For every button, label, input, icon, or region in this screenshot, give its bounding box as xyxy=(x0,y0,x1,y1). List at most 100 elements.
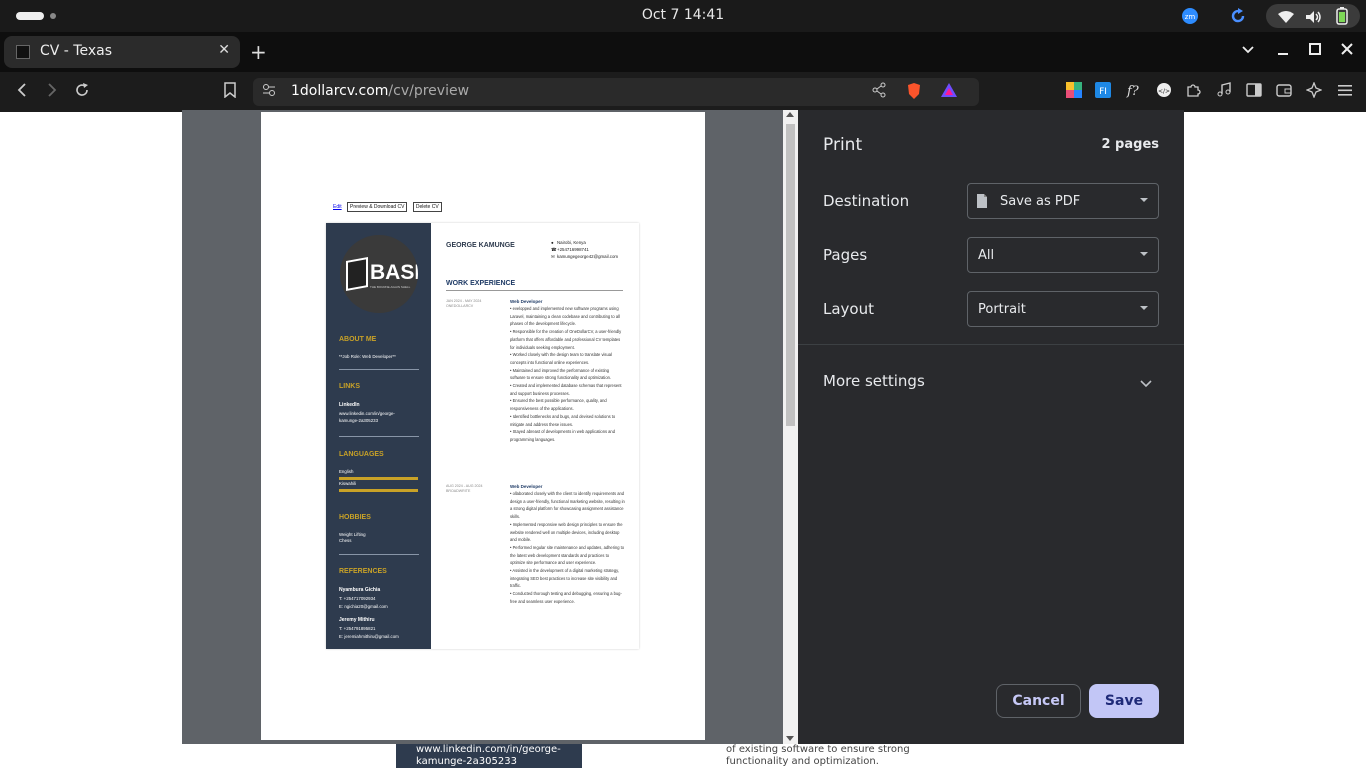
minimize-icon[interactable] xyxy=(1276,42,1290,60)
svg-text:</>: </> xyxy=(1158,88,1170,95)
ref1-phone: T: +254717092934 xyxy=(339,596,376,601)
extension-colorful-icon[interactable] xyxy=(1066,82,1082,102)
job-bullet: • Implemented responsive web design prin… xyxy=(510,521,623,543)
print-dialog: Edit Preview & Download CV Delete CV BAS… xyxy=(182,110,1184,744)
svg-text:zm: zm xyxy=(1185,13,1196,21)
job-bullet: • Worked closely with the design team to… xyxy=(510,352,612,365)
forward-icon[interactable] xyxy=(44,82,60,102)
leo-ai-icon[interactable] xyxy=(1305,81,1323,102)
divider xyxy=(339,436,419,437)
languages-heading: LANGUAGES xyxy=(339,451,384,458)
pages-select[interactable]: All xyxy=(967,237,1159,273)
page-count: 2 pages xyxy=(1101,137,1159,152)
destination-select[interactable]: Save as PDF xyxy=(967,183,1159,219)
pages-value: All xyxy=(978,248,995,263)
job-bullet: • Stayed abreast of developments in web … xyxy=(510,429,615,442)
work-experience-heading: WORK EXPERIENCE xyxy=(446,280,516,287)
new-tab-button[interactable]: + xyxy=(250,40,267,64)
brave-shields-icon[interactable] xyxy=(906,82,922,104)
cv-sidebar: BASI THE BOURNE-AGAIN SHELL ABOUT ME **J… xyxy=(326,223,431,649)
chevron-down-icon xyxy=(1140,374,1152,393)
browser-tab-bar: CV - Texas ✕ xyxy=(0,32,1366,72)
maximize-icon[interactable] xyxy=(1308,42,1322,60)
ref1-email: E: ngichia20@gmail.com xyxy=(339,604,388,609)
cv-edit-link[interactable]: Edit xyxy=(333,204,342,210)
system-menu[interactable] xyxy=(1266,4,1360,28)
extensions-puzzle-icon[interactable] xyxy=(1185,82,1201,102)
ref2-phone: T: +254791895821 xyxy=(339,626,376,631)
email-text: kamungegeorge42@gmail.com xyxy=(557,254,619,259)
close-window-icon[interactable] xyxy=(1340,42,1354,60)
extension-circle-icon[interactable]: </> xyxy=(1156,82,1172,102)
tab-favicon-icon xyxy=(16,45,30,59)
job-bullet: • Created and implemented database schem… xyxy=(510,383,622,396)
media-music-icon[interactable] xyxy=(1216,82,1232,102)
preview-scroll-thumb[interactable] xyxy=(786,124,795,426)
layout-label: Layout xyxy=(823,300,874,318)
share-icon[interactable] xyxy=(871,82,887,102)
cancel-button[interactable]: Cancel xyxy=(996,684,1081,718)
job-bullet: • Performed regular site maintenance and… xyxy=(510,544,625,566)
about-heading: ABOUT ME xyxy=(339,336,377,343)
more-settings-label: More settings xyxy=(823,372,925,390)
system-top-bar: Oct 7 14:41 zm xyxy=(0,0,1366,32)
bg-text-line-2: functionality and optimization. xyxy=(726,756,879,767)
extension-formula-icon[interactable]: f? xyxy=(1126,82,1142,102)
url-text[interactable]: 1dollarcv.com/cv/preview xyxy=(291,83,469,99)
hobby-2: Chess xyxy=(339,538,352,543)
tab-title: CV - Texas xyxy=(40,43,113,59)
cv-preview-download-button[interactable]: Preview & Download CV xyxy=(347,202,408,212)
brave-rewards-icon[interactable] xyxy=(940,82,958,102)
svg-text:FI: FI xyxy=(1099,87,1107,97)
scroll-down-arrow-icon[interactable] xyxy=(786,736,794,741)
back-icon[interactable] xyxy=(14,82,30,102)
job1-company: ONEDOLLARCV xyxy=(446,304,474,308)
chevron-down-icon xyxy=(1140,198,1148,202)
language-kiswahili: Kiswahili xyxy=(339,481,357,486)
menu-hamburger-icon[interactable] xyxy=(1337,82,1353,102)
clock[interactable]: Oct 7 14:41 xyxy=(0,7,1366,23)
location-text: Nairobi, Kenya xyxy=(557,240,586,245)
refresh-icon[interactable] xyxy=(1230,8,1246,24)
wallet-icon[interactable] xyxy=(1276,82,1292,102)
battery-icon xyxy=(1336,7,1348,29)
tab-close-icon[interactable]: ✕ xyxy=(218,42,230,58)
phone-text: +254716998741 xyxy=(557,247,589,252)
scroll-up-arrow-icon[interactable] xyxy=(786,112,794,117)
job2-dates: AUG 2024 - AUG 2024 BROADWRITE xyxy=(446,484,483,494)
job1-responsibilities: • evelopped and implemented new software… xyxy=(510,305,625,444)
site-settings-icon[interactable] xyxy=(262,82,276,101)
cv-toolbar: Edit Preview & Download CV Delete CV xyxy=(333,202,446,212)
bg-linkedin-line-2: kamunge-2a305233 xyxy=(416,756,517,767)
reload-icon[interactable] xyxy=(74,82,90,102)
job-bullet: • Conducted thorough testing and debuggi… xyxy=(510,591,622,604)
more-settings-toggle[interactable]: More settings xyxy=(798,362,1184,398)
bookmark-icon[interactable] xyxy=(222,82,238,102)
destination-label: Destination xyxy=(823,192,910,210)
linkedin-url-1: www.linkedin.com/in/george- xyxy=(339,411,395,416)
job1-dates: JAN 2024 - MAY 2024 ONEDOLLARCV xyxy=(446,299,481,309)
tab-search-chevron-icon[interactable] xyxy=(1241,42,1255,60)
extension-fi-icon[interactable]: FI xyxy=(1095,82,1111,102)
cv-delete-button[interactable]: Delete CV xyxy=(412,202,442,212)
svg-text:f?: f? xyxy=(1126,84,1140,98)
zoom-icon[interactable]: zm xyxy=(1182,8,1198,24)
job2-company: BROADWRITE xyxy=(446,489,471,493)
bash-logo-icon xyxy=(346,257,368,291)
contact-email: ✉ kamungegeorge42@gmail.com xyxy=(551,254,618,260)
contact-phone: ☎+254716998741 xyxy=(551,247,589,253)
volume-icon xyxy=(1306,9,1322,28)
job1-title: Web Developer xyxy=(510,299,543,304)
save-button[interactable]: Save xyxy=(1089,684,1159,718)
language-level-bar xyxy=(339,489,418,492)
linkedin-heading: LinkedIn xyxy=(339,402,360,408)
layout-select[interactable]: Portrait xyxy=(967,291,1159,327)
sidebar-icon[interactable] xyxy=(1246,82,1262,102)
tab-cv-texas[interactable]: CV - Texas ✕ xyxy=(4,36,240,68)
pages-label: Pages xyxy=(823,246,868,264)
print-settings-panel: Print 2 pages Destination Save as PDF Pa… xyxy=(798,110,1184,744)
divider xyxy=(446,290,623,291)
job-bullet: • Ensured the best possible performance,… xyxy=(510,398,607,412)
print-preview-page: Edit Preview & Download CV Delete CV BAS… xyxy=(261,112,705,740)
chevron-down-icon xyxy=(1140,306,1148,310)
